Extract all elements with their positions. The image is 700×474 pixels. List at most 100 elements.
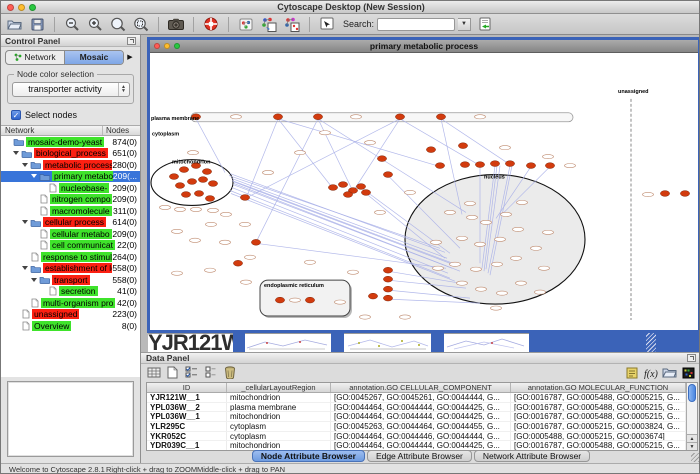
tree-item-secretion[interactable]: secretion41(0) [1,286,140,298]
selected-gene-node[interactable] [175,183,184,189]
layout-region-icon[interactable] [260,15,278,33]
import-table-icon[interactable] [146,366,161,380]
selected-gene-node[interactable] [383,286,392,292]
expander-icon[interactable] [22,266,28,270]
tree-item-nucleobase-[interactable]: nucleobase-209(0) [1,182,140,194]
gene-node[interactable] [643,192,654,196]
node-color-dropdown[interactable]: transporter activity ▲▼ [12,82,130,97]
delete-attribute-icon[interactable] [222,366,237,380]
gene-node[interactable] [543,230,554,234]
selected-gene-node[interactable] [383,172,392,178]
selected-gene-node[interactable] [435,163,444,169]
expander-icon[interactable] [31,278,37,282]
formula-icon[interactable]: f(x) [643,366,658,380]
selected-gene-node[interactable] [361,190,370,196]
tree-item-cellular-process[interactable]: cellular process614(0) [1,217,140,229]
help-icon[interactable] [202,15,220,33]
table-row[interactable]: YJR121W__1mitochondrion[GO:0045267, GO:0… [147,393,686,403]
table-row[interactable]: YLR295Ccytoplasm[GO:0045263, GO:0044464,… [147,422,686,432]
gene-node[interactable] [431,240,442,244]
tree-item-mosaic-demo-yeast[interactable]: mosaic-demo-yeast874(0) [1,136,140,148]
tree-column-network[interactable]: Network [1,126,102,135]
selected-gene-node[interactable] [305,297,314,303]
table-scrollbar[interactable]: ▲ ▼ [686,383,697,450]
tree-item-unassigned[interactable]: unassigned223(0) [1,309,140,321]
network-canvas[interactable]: plasma membranecytoplasmmitochondrionnuc… [150,53,698,330]
gene-node[interactable] [208,208,219,212]
selected-gene-node[interactable] [187,179,196,185]
scrollbar-thumb[interactable] [688,384,696,402]
gene-node[interactable] [457,281,468,285]
tree-item-nitrogen-compo[interactable]: nitrogen compo209(0) [1,194,140,206]
gene-node[interactable] [471,267,482,271]
gene-node[interactable] [445,210,456,214]
gene-node[interactable] [500,146,511,150]
selected-gene-node[interactable] [458,143,467,149]
background-window-3[interactable] [344,333,431,352]
selected-gene-node[interactable] [198,177,207,183]
gene-node[interactable] [513,227,524,231]
gene-node[interactable] [241,280,252,284]
unselect-attributes-icon[interactable] [203,366,218,380]
tree-item-primary-metabo[interactable]: primary metabo209(... [1,171,140,183]
selected-gene-node[interactable] [208,181,217,187]
gene-node[interactable] [465,201,476,205]
selected-gene-node[interactable] [313,114,322,120]
gene-node[interactable] [517,200,528,204]
selected-gene-node[interactable] [181,192,190,198]
open-attributes-icon[interactable] [662,366,677,380]
gene-node[interactable] [375,210,386,214]
table-row[interactable]: YPL036W__2plasma membrane[GO:0044464, GO… [147,403,686,413]
gene-node[interactable] [481,220,492,224]
selected-gene-node[interactable] [343,192,352,198]
data-panel-detach-icon[interactable] [687,354,696,362]
gene-node[interactable] [263,170,274,174]
column-header-3[interactable]: annotation.GO MOLECULAR_FUNCTION [511,383,686,392]
gene-node[interactable] [565,164,576,168]
selected-gene-node[interactable] [505,161,514,167]
tab-network-attribute-browser[interactable]: Network Attribute Browser [474,450,590,462]
snapshot-icon[interactable] [167,15,185,33]
selected-gene-node[interactable] [490,161,499,167]
gene-node[interactable] [351,115,362,119]
new-attribute-icon[interactable] [165,366,180,380]
background-window-1[interactable]: YJR121W [148,333,233,352]
gene-node[interactable] [365,141,376,145]
tab-edge-attribute-browser[interactable]: Edge Attribute Browser [367,450,472,462]
gene-node[interactable] [475,115,486,119]
expander-icon[interactable] [13,151,19,155]
gene-node[interactable] [231,115,242,119]
gene-node[interactable] [360,315,371,319]
gene-node[interactable] [348,270,359,274]
selected-gene-node[interactable] [275,297,284,303]
gene-node[interactable] [175,207,186,211]
selected-gene-node[interactable] [368,293,377,299]
annotation-icon[interactable] [318,15,336,33]
zoom-fit-icon[interactable] [109,15,127,33]
gene-node[interactable] [335,300,346,304]
gene-node[interactable] [205,268,216,272]
selected-gene-node[interactable] [436,114,445,120]
selected-gene-node[interactable] [475,162,484,168]
gene-node[interactable] [516,281,527,285]
gene-node[interactable] [290,298,301,302]
selected-gene-node[interactable] [383,267,392,273]
selected-gene-node[interactable] [194,191,203,197]
gene-node[interactable] [320,131,331,135]
selected-gene-node[interactable] [680,191,689,197]
birds-eye-view[interactable] [7,381,134,457]
table-row[interactable]: YDR039C__1mitochondrion[GO:0044464, GO:0… [147,441,686,450]
gene-node[interactable] [476,287,487,291]
background-window-2[interactable] [245,333,331,352]
more-tabs-arrow-icon[interactable]: ▶ [124,53,136,61]
selected-gene-node[interactable] [383,295,392,301]
selected-gene-node[interactable] [169,174,178,180]
resize-grip-icon[interactable] [646,333,656,352]
tree-item-metabolic-process[interactable]: metabolic process280(0) [1,159,140,171]
label-icon[interactable] [624,366,639,380]
gene-node[interactable] [188,151,199,155]
gene-node[interactable] [172,271,183,275]
import-network-icon[interactable] [476,15,494,33]
tree-item-biological-process[interactable]: biological_process651(0) [1,148,140,160]
tree-column-nodes[interactable]: Nodes [102,126,140,135]
